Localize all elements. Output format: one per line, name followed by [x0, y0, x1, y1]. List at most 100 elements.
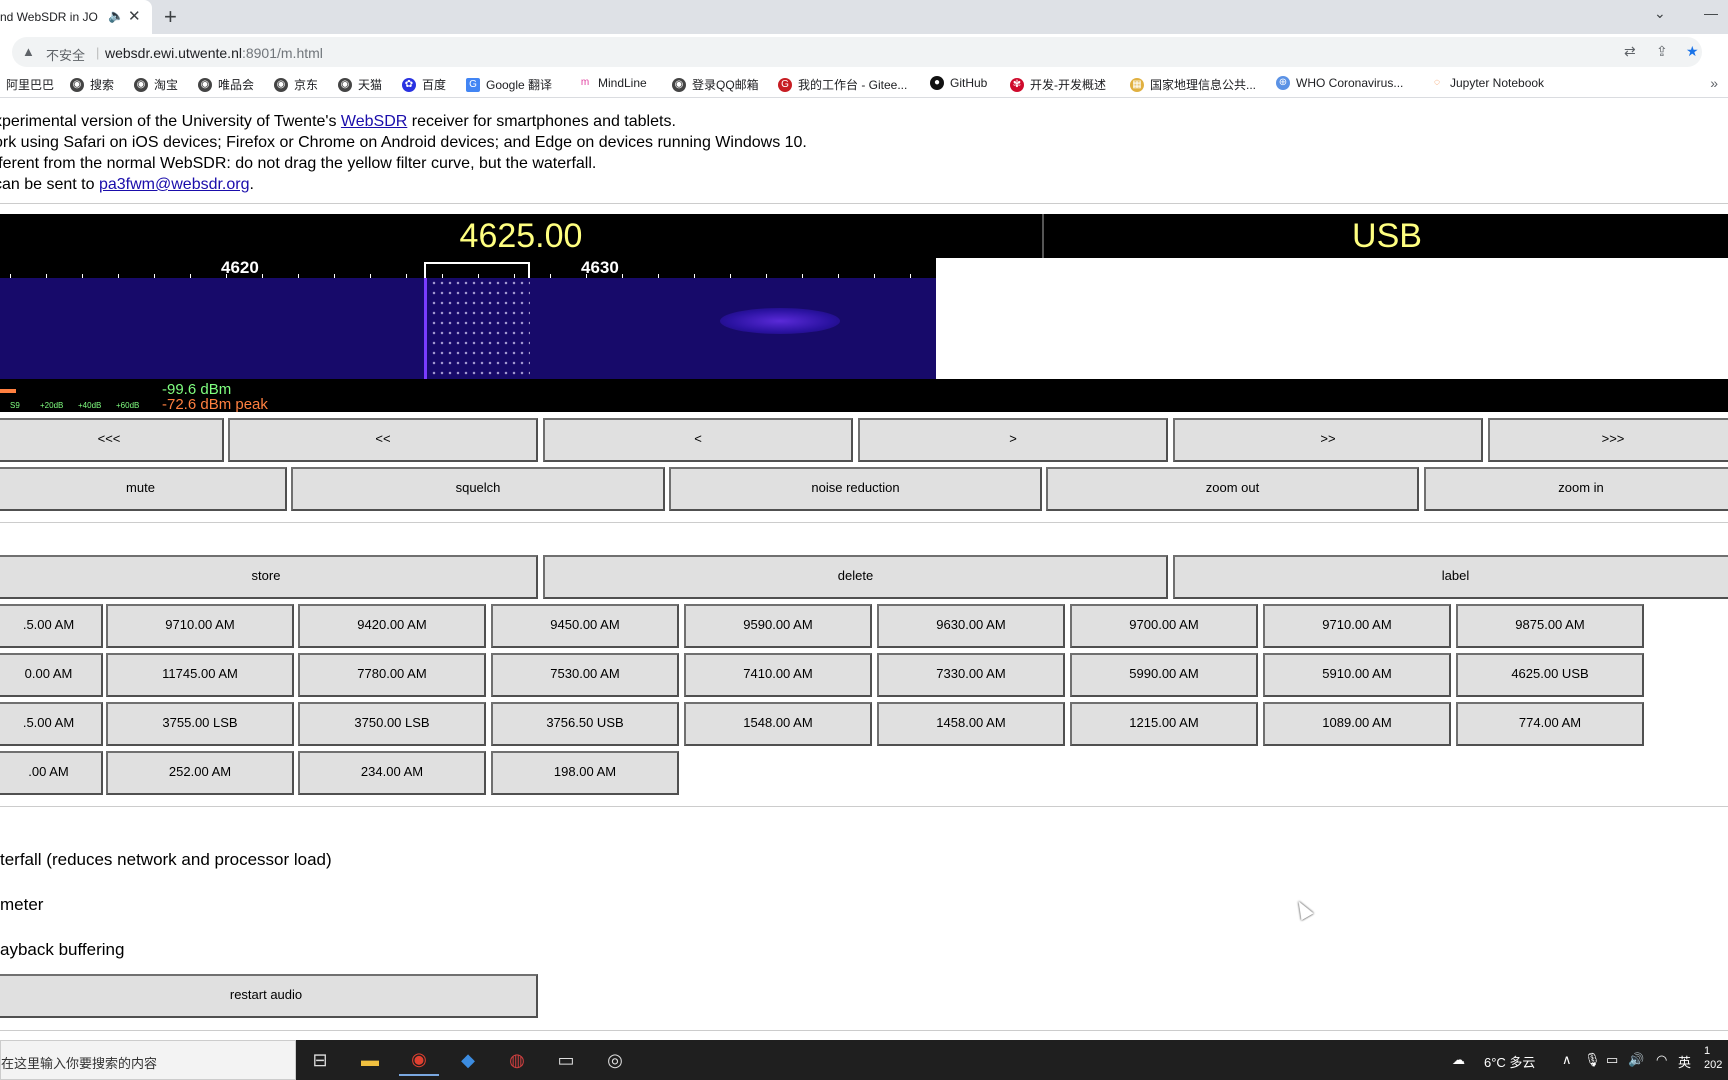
memory-button[interactable]: 7780.00 AM [298, 653, 486, 697]
minimize-icon[interactable]: — [1704, 5, 1718, 21]
memory-button[interactable]: 234.00 AM [298, 751, 486, 795]
network-icon[interactable]: ◠ [1656, 1052, 1667, 1068]
memory-button[interactable]: 3750.00 LSB [298, 702, 486, 746]
warning-icon[interactable]: ▲ [22, 44, 35, 59]
bookmark-google-translate[interactable]: G Google 翻译 [466, 76, 552, 93]
memory-button[interactable]: 1089.00 AM [1263, 702, 1451, 746]
bookmark-huawei-dev[interactable]: ✾ 开发-开发概述 [1010, 76, 1106, 93]
memory-button[interactable]: 1215.00 AM [1070, 702, 1258, 746]
memory-button[interactable]: 5910.00 AM [1263, 653, 1451, 697]
memory-button[interactable]: .00 AM [0, 751, 103, 795]
memory-button[interactable]: 5990.00 AM [1070, 653, 1258, 697]
memory-button[interactable]: 9700.00 AM [1070, 604, 1258, 648]
zoom-in-button[interactable]: zoom in [1424, 467, 1728, 511]
memory-button[interactable]: 9710.00 AM [1263, 604, 1451, 648]
squelch-button[interactable]: squelch [291, 467, 665, 511]
memory-button[interactable]: 252.00 AM [106, 751, 294, 795]
memory-button[interactable]: 9630.00 AM [877, 604, 1065, 648]
battery-icon[interactable]: ▭ [1606, 1052, 1618, 1068]
tune-down-small-button[interactable]: < [543, 418, 853, 462]
memory-button[interactable]: 198.00 AM [491, 751, 679, 795]
bookmark-qqmail[interactable]: ◉ 登录QQ邮箱 [672, 76, 759, 93]
bookmark-jupyter[interactable]: ◌ Jupyter Notebook [1430, 76, 1544, 90]
memory-button[interactable]: 3755.00 LSB [106, 702, 294, 746]
translate-icon[interactable]: ⇄ [1624, 43, 1636, 60]
share-icon[interactable]: ⇪ [1656, 43, 1668, 60]
tune-down-medium-button[interactable]: << [228, 418, 538, 462]
restart-audio-button[interactable]: restart audio [0, 974, 538, 1018]
tune-up-medium-button[interactable]: >> [1173, 418, 1483, 462]
bookmark-baidu[interactable]: ✿ 百度 [402, 76, 446, 93]
browser-tab[interactable]: nd WebSDR in JO 🔈 ✕ [0, 0, 152, 34]
bookmark-vip[interactable]: ◉ 唯品会 [198, 76, 254, 93]
chevron-down-icon[interactable]: ⌄ [1654, 5, 1666, 22]
mute-button[interactable]: mute [0, 467, 287, 511]
waterfall[interactable] [0, 278, 936, 379]
microphone-icon[interactable]: 🎙 [1584, 1052, 1601, 1068]
store-button[interactable]: store [0, 555, 538, 599]
tune-up-large-button[interactable]: >>> [1488, 418, 1728, 462]
websdr-link[interactable]: WebSDR [341, 113, 407, 130]
speaker-icon[interactable]: 🔈 [108, 8, 124, 24]
volume-icon[interactable]: 🔊 [1628, 1052, 1644, 1068]
memory-button[interactable]: .5.00 AM [0, 702, 103, 746]
bookmark-search[interactable]: ◉ 搜索 [70, 76, 114, 93]
memory-button[interactable]: 7330.00 AM [877, 653, 1065, 697]
weather-text[interactable]: 6°C 多云 [1484, 1052, 1535, 1071]
weather-icon[interactable]: ☁ [1452, 1052, 1465, 1068]
bookmark-tmall[interactable]: ◉ 天猫 [338, 76, 382, 93]
tune-down-large-button[interactable]: <<< [0, 418, 224, 462]
memory-button[interactable]: 9420.00 AM [298, 604, 486, 648]
close-icon[interactable]: ✕ [128, 7, 141, 25]
noise-reduction-button[interactable]: noise reduction [669, 467, 1042, 511]
memory-button[interactable]: 7530.00 AM [491, 653, 679, 697]
obs-icon[interactable]: ◎ [595, 1044, 635, 1076]
memory-button[interactable]: 9875.00 AM [1456, 604, 1644, 648]
chrome-icon[interactable]: ◉ [399, 1044, 439, 1076]
mode-display[interactable]: USB [1046, 214, 1728, 258]
star-icon[interactable]: ★ [1686, 43, 1699, 60]
memory-button[interactable]: 11745.00 AM [106, 653, 294, 697]
memory-button[interactable]: .5.00 AM [0, 604, 103, 648]
frequency-scale[interactable]: 4620 4630 [0, 258, 936, 278]
bookmarks-more-icon[interactable]: » [1710, 75, 1718, 91]
memory-button[interactable]: 774.00 AM [1456, 702, 1644, 746]
memory-button[interactable]: 9590.00 AM [684, 604, 872, 648]
app-icon[interactable]: ◍ [497, 1044, 537, 1076]
taskbar-search[interactable]: 在这里输入你要搜索的内容 [0, 1040, 296, 1080]
bookmark-who[interactable]: ⊕ WHO Coronavirus... [1276, 76, 1403, 90]
bookmark-mindline[interactable]: m MindLine [578, 76, 647, 90]
bookmark-taobao[interactable]: ◉ 淘宝 [134, 76, 178, 93]
new-tab-button[interactable]: + [164, 4, 177, 30]
bookmark-gitee[interactable]: G 我的工作台 - Gitee... [778, 76, 907, 93]
memory-button[interactable]: 7410.00 AM [684, 653, 872, 697]
memory-button[interactable]: 0.00 AM [0, 653, 103, 697]
security-status[interactable]: 不安全 [46, 45, 85, 64]
clock[interactable]: 1 202 [1704, 1044, 1722, 1072]
file-explorer-icon[interactable]: ▬ [350, 1044, 390, 1076]
tray-expand-icon[interactable]: ∧ [1562, 1052, 1572, 1068]
memory-button[interactable]: 4625.00 USB [1456, 653, 1644, 697]
address-bar[interactable]: ▲ 不安全 | websdr.ewi.utwente.nl:8901/m.htm… [12, 37, 1702, 67]
url-text[interactable]: websdr.ewi.utwente.nl:8901/m.html [105, 45, 323, 61]
bookmark-geoinfo[interactable]: ▦ 国家地理信息公共... [1130, 76, 1256, 93]
memory-button[interactable]: 3756.50 USB [491, 702, 679, 746]
task-view-icon[interactable]: ⊟ [300, 1044, 340, 1076]
memory-button[interactable]: 1548.00 AM [684, 702, 872, 746]
memory-button[interactable]: 9450.00 AM [491, 604, 679, 648]
tune-up-small-button[interactable]: > [858, 418, 1168, 462]
bookmark-alibaba[interactable]: 阿里巴巴 [6, 76, 54, 93]
option-smeter[interactable]: meter [0, 895, 43, 915]
bookmark-jd[interactable]: ◉ 京东 [274, 76, 318, 93]
email-link[interactable]: pa3fwm@websdr.org [99, 176, 250, 193]
memory-button[interactable]: 9710.00 AM [106, 604, 294, 648]
delete-button[interactable]: delete [543, 555, 1168, 599]
option-waterfall[interactable]: terfall (reduces network and processor l… [0, 850, 332, 870]
ime-indicator[interactable]: 英 [1678, 1052, 1691, 1071]
terminal-icon[interactable]: ▭ [546, 1044, 586, 1076]
memory-button[interactable]: 1458.00 AM [877, 702, 1065, 746]
bookmark-github[interactable]: ● GitHub [930, 76, 987, 90]
zoom-out-button[interactable]: zoom out [1046, 467, 1419, 511]
option-playback-buffering[interactable]: ayback buffering [0, 940, 124, 960]
vscode-icon[interactable]: ◆ [448, 1044, 488, 1076]
